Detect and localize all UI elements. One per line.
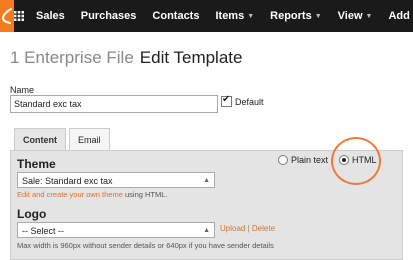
caret-down-icon: ▼ [314, 12, 322, 20]
theme-select-value: Sale: Standard exc tax [22, 176, 113, 186]
name-label: Name [10, 85, 35, 95]
logo-select-value: -- Select -- [22, 226, 65, 236]
upload-link[interactable]: Upload [220, 224, 245, 233]
theme-select[interactable]: Sale: Standard exc tax ▲ [17, 172, 215, 188]
delete-link[interactable]: Delete [252, 224, 275, 233]
tab-email[interactable]: Email [69, 128, 110, 151]
template-tabs: Content Email [14, 128, 113, 151]
page-title: 1 Enterprise File Edit Template [10, 48, 242, 68]
logo-help: Max width is 960px without sender detail… [17, 241, 274, 250]
link-separator: | [247, 224, 250, 233]
caret-down-icon: ▼ [247, 12, 255, 20]
nav-label: Contacts [152, 10, 200, 22]
top-navigation-bar: Sales Purchases Contacts Items ▼ Reports ▼… [0, 0, 413, 32]
logo-heading: Logo [17, 207, 47, 221]
edit-theme-link[interactable]: Edit and create your own theme [17, 190, 123, 199]
nav-label: Reports [270, 10, 312, 22]
page-heading: Edit Template [139, 48, 243, 67]
nav-reports[interactable]: Reports ▼ [262, 10, 330, 22]
nav-purchases[interactable]: Purchases [73, 10, 145, 22]
apps-grid-icon[interactable] [14, 0, 24, 32]
select-arrow-icon: ▲ [203, 177, 210, 184]
nav-label: Purchases [80, 10, 137, 22]
default-label: Default [235, 96, 264, 107]
nav-add[interactable]: Add▼ [380, 10, 413, 22]
logo-actions: Upload | Delete [220, 224, 275, 233]
plain-text-radio[interactable] [278, 155, 288, 165]
nav-contacts[interactable]: Contacts [144, 10, 207, 22]
nav-view[interactable]: View ▼ [330, 10, 381, 22]
nav-sales[interactable]: Sales [28, 10, 73, 22]
nav-items[interactable]: Items ▼ [207, 10, 262, 22]
theme-help-suffix: using HTML. [122, 190, 168, 199]
org-name: 1 Enterprise File [10, 48, 134, 67]
nav-label: Add [388, 10, 410, 22]
tab-content[interactable]: Content [14, 128, 66, 151]
nav-label: Items [215, 10, 245, 22]
nav-label: Sales [36, 10, 65, 22]
plain-text-label: Plain text [291, 155, 329, 165]
default-checkbox[interactable] [221, 94, 232, 107]
plain-text-option[interactable]: Plain text [278, 155, 328, 165]
main-nav: Sales Purchases Contacts Items ▼ Reports ▼… [28, 0, 413, 32]
highlight-annotation-circle [331, 137, 381, 185]
theme-heading: Theme [17, 157, 56, 171]
logo-select[interactable]: -- Select -- ▲ [17, 222, 215, 238]
select-arrow-icon: ▲ [203, 227, 210, 234]
nav-label: View [337, 10, 363, 22]
caret-down-icon: ▼ [365, 12, 373, 20]
theme-help: Edit and create your own theme using HTM… [17, 190, 168, 199]
default-option[interactable]: Default [221, 94, 264, 107]
name-input[interactable]: Standard exc tax [10, 95, 218, 113]
sage-logo-icon[interactable] [0, 0, 14, 32]
